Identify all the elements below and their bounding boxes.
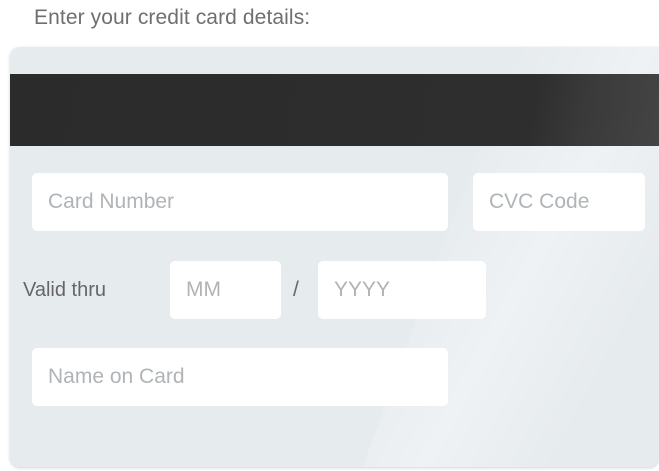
name-on-card-input[interactable]	[32, 348, 448, 406]
expiry-month-input[interactable]	[170, 261, 281, 319]
credit-card: Valid thru /	[10, 47, 659, 467]
form-prompt: Enter your credit card details:	[34, 6, 311, 29]
expiry-separator: /	[293, 278, 299, 301]
expiry-year-input[interactable]	[318, 261, 486, 319]
magnetic-stripe	[10, 74, 659, 146]
valid-thru-label: Valid thru	[23, 279, 107, 301]
cvc-input[interactable]	[473, 173, 645, 231]
card-number-input[interactable]	[32, 173, 448, 231]
credit-card-form: Enter your credit card details: Valid th…	[0, 0, 659, 471]
